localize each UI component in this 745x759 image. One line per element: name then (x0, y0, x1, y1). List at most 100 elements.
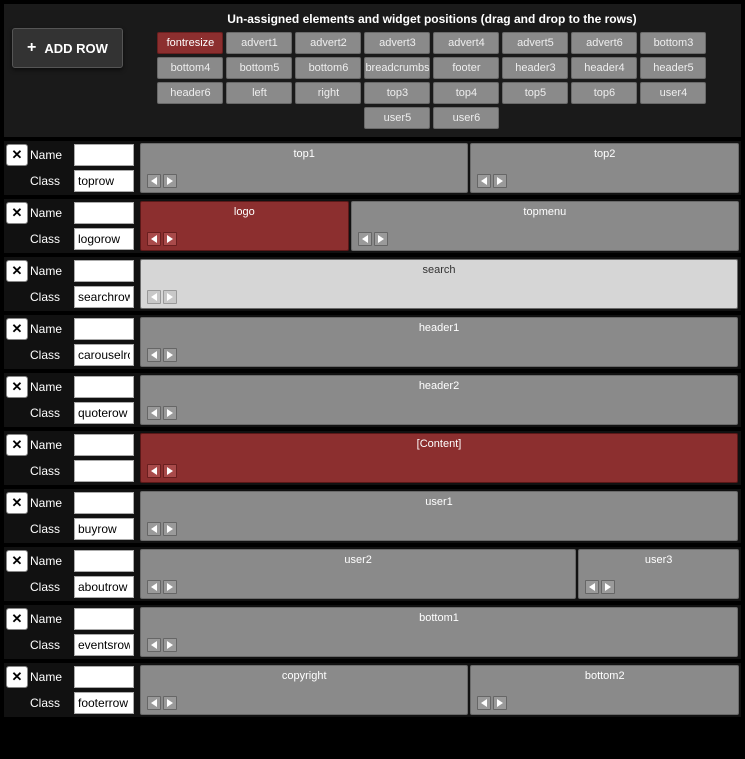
row-class-input[interactable] (74, 286, 134, 308)
unassigned-chip[interactable]: fontresize (157, 32, 223, 54)
grow-right-button[interactable] (601, 580, 615, 594)
unassigned-chip[interactable]: user5 (364, 107, 430, 129)
unassigned-chip[interactable]: left (226, 82, 292, 104)
row-class-input[interactable] (74, 518, 134, 540)
shrink-left-button[interactable] (147, 580, 161, 594)
delete-row-button[interactable]: ✕ (6, 260, 28, 282)
position-cell[interactable]: top2 (470, 143, 739, 193)
delete-row-button[interactable]: ✕ (6, 550, 28, 572)
shrink-left-button[interactable] (585, 580, 599, 594)
grow-right-button[interactable] (163, 348, 177, 362)
row-class-input[interactable] (74, 634, 134, 656)
unassigned-chip[interactable]: footer (433, 57, 499, 79)
position-cell[interactable]: logo (140, 201, 349, 251)
delete-row-button[interactable]: ✕ (6, 376, 28, 398)
unassigned-chip[interactable]: header4 (571, 57, 637, 79)
row-class-input[interactable] (74, 228, 134, 250)
delete-row-button[interactable]: ✕ (6, 202, 28, 224)
unassigned-chip[interactable]: advert3 (364, 32, 430, 54)
shrink-left-button[interactable] (147, 290, 161, 304)
delete-row-button[interactable]: ✕ (6, 666, 28, 688)
add-row-button[interactable]: + ADD ROW (12, 28, 123, 68)
unassigned-chip[interactable]: advert2 (295, 32, 361, 54)
shrink-left-button[interactable] (147, 638, 161, 652)
delete-row-button[interactable]: ✕ (6, 492, 28, 514)
position-cell[interactable]: user1 (140, 491, 738, 541)
unassigned-chip[interactable]: advert4 (433, 32, 499, 54)
row-class-input[interactable] (74, 170, 134, 192)
grow-right-button[interactable] (163, 406, 177, 420)
unassigned-chip[interactable]: header5 (640, 57, 706, 79)
position-cell[interactable]: copyright (140, 665, 468, 715)
unassigned-chip[interactable]: user4 (640, 82, 706, 104)
grow-right-button[interactable] (163, 696, 177, 710)
row-class-input[interactable] (74, 692, 134, 714)
position-cell[interactable]: search (140, 259, 738, 309)
unassigned-chip[interactable]: top4 (433, 82, 499, 104)
unassigned-chip[interactable]: bottom4 (157, 57, 223, 79)
grow-right-button[interactable] (493, 174, 507, 188)
position-cell[interactable]: header2 (140, 375, 738, 425)
shrink-left-button[interactable] (477, 696, 491, 710)
shrink-left-button[interactable] (477, 174, 491, 188)
position-cell[interactable]: [Content] (140, 433, 738, 483)
delete-row-button[interactable]: ✕ (6, 318, 28, 340)
shrink-left-button[interactable] (147, 522, 161, 536)
row-name-input[interactable] (74, 376, 134, 398)
grow-right-button[interactable] (163, 638, 177, 652)
resize-handles (147, 522, 177, 536)
row-name-input[interactable] (74, 608, 134, 630)
unassigned-chip[interactable]: header6 (157, 82, 223, 104)
unassigned-chip[interactable]: bottom5 (226, 57, 292, 79)
position-cell[interactable]: topmenu (351, 201, 739, 251)
grow-right-button[interactable] (493, 696, 507, 710)
shrink-left-button[interactable] (147, 174, 161, 188)
row-class-input[interactable] (74, 344, 134, 366)
position-cell[interactable]: top1 (140, 143, 468, 193)
unassigned-chip[interactable]: user6 (433, 107, 499, 129)
grow-right-button[interactable] (163, 290, 177, 304)
row-name-input[interactable] (74, 550, 134, 572)
delete-row-button[interactable]: ✕ (6, 144, 28, 166)
shrink-left-button[interactable] (147, 464, 161, 478)
grow-right-button[interactable] (163, 522, 177, 536)
grow-right-button[interactable] (163, 232, 177, 246)
row-name-input[interactable] (74, 318, 134, 340)
unassigned-chip[interactable]: top6 (571, 82, 637, 104)
position-cell[interactable]: header1 (140, 317, 738, 367)
shrink-left-button[interactable] (147, 348, 161, 362)
unassigned-chip[interactable]: advert5 (502, 32, 568, 54)
row-name-input[interactable] (74, 260, 134, 282)
grow-right-button[interactable] (374, 232, 388, 246)
row-name-input[interactable] (74, 492, 134, 514)
shrink-left-button[interactable] (147, 406, 161, 420)
unassigned-chip[interactable]: breadcrumbs (364, 57, 430, 79)
position-cell[interactable]: user3 (578, 549, 739, 599)
position-cell[interactable]: bottom2 (470, 665, 739, 715)
grow-right-button[interactable] (163, 580, 177, 594)
unassigned-chip[interactable]: bottom3 (640, 32, 706, 54)
grow-right-button[interactable] (163, 464, 177, 478)
unassigned-chip[interactable]: advert1 (226, 32, 292, 54)
row-class-input[interactable] (74, 460, 134, 482)
row-class-input[interactable] (74, 402, 134, 424)
delete-row-button[interactable]: ✕ (6, 608, 28, 630)
position-cell[interactable]: bottom1 (140, 607, 738, 657)
position-cell[interactable]: user2 (140, 549, 576, 599)
unassigned-chip[interactable]: top5 (502, 82, 568, 104)
shrink-left-button[interactable] (147, 696, 161, 710)
unassigned-chip[interactable]: right (295, 82, 361, 104)
grow-right-button[interactable] (163, 174, 177, 188)
row-name-input[interactable] (74, 202, 134, 224)
unassigned-chip[interactable]: header3 (502, 57, 568, 79)
row-name-input[interactable] (74, 144, 134, 166)
row-class-input[interactable] (74, 576, 134, 598)
unassigned-chip[interactable]: advert6 (571, 32, 637, 54)
delete-row-button[interactable]: ✕ (6, 434, 28, 456)
unassigned-chip[interactable]: top3 (364, 82, 430, 104)
shrink-left-button[interactable] (147, 232, 161, 246)
shrink-left-button[interactable] (358, 232, 372, 246)
unassigned-chip[interactable]: bottom6 (295, 57, 361, 79)
row-name-input[interactable] (74, 666, 134, 688)
row-name-input[interactable] (74, 434, 134, 456)
